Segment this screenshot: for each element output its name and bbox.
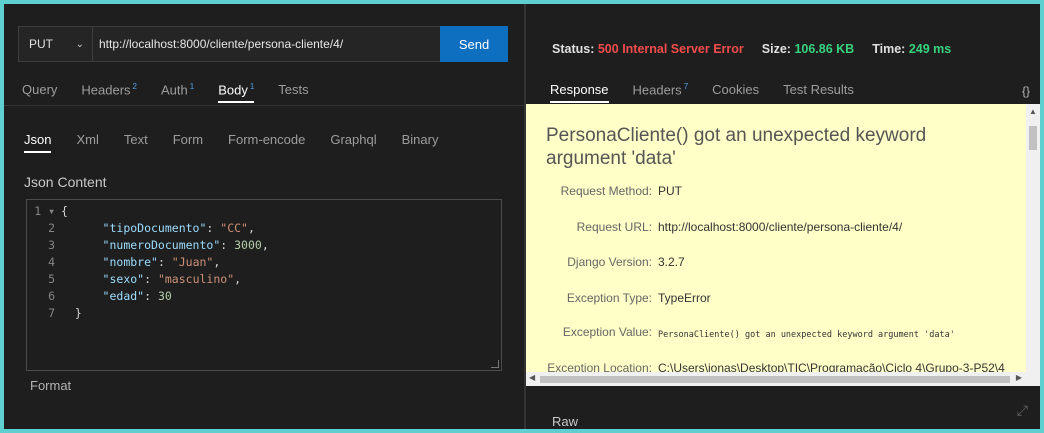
detail-row: Exception Value: PersonaCliente() got an…: [562, 325, 955, 340]
body-tab-form[interactable]: Form: [173, 132, 203, 153]
detail-row: Request URL: http://localhost:8000/clien…: [576, 220, 903, 234]
status-value: 500 Internal Server Error: [597, 42, 744, 56]
response-preview: PersonaCliente() got an unexpected keywo…: [526, 104, 1040, 386]
body-tab-graphql[interactable]: Graphql: [330, 132, 376, 153]
tab-response[interactable]: Response: [550, 82, 609, 104]
tab-test-results[interactable]: Test Results: [783, 82, 854, 103]
code-line: 3 "numeroDocumento": 3000,: [48, 237, 269, 252]
format-button[interactable]: Format: [30, 378, 71, 393]
raw-toggle[interactable]: Raw: [552, 414, 578, 429]
scroll-up-icon[interactable]: ▲: [1029, 107, 1037, 116]
method-value: PUT: [29, 37, 53, 51]
horizontal-scrollbar[interactable]: ◀ ▶: [526, 372, 1040, 386]
auth-count-badge: 1: [189, 82, 195, 91]
request-tabs: Query Headers 2 Auth 1 Body 1 Tests: [22, 82, 333, 104]
code-line: 4 "nombre": "Juan",: [48, 254, 221, 269]
code-line: 7 }: [48, 305, 82, 320]
body-tab-json[interactable]: Json: [24, 132, 52, 153]
json-editor[interactable]: 1 ▾ { 2 "tipoDocumento": "CC", 3 "numero…: [26, 199, 502, 371]
error-title: PersonaCliente() got an unexpected keywo…: [546, 125, 927, 169]
tabs-divider: [4, 105, 524, 106]
request-pane: PUT ⌄ http://localhost:8000/cliente/pers…: [4, 4, 524, 429]
scroll-left-icon[interactable]: ◀: [529, 373, 535, 382]
headers-count-badge: 2: [132, 82, 137, 91]
detail-row: Django Version: 3.2.7: [567, 255, 685, 269]
fold-icon[interactable]: ▾: [48, 204, 55, 218]
url-bar: PUT ⌄ http://localhost:8000/cliente/pers…: [18, 26, 508, 62]
body-count-badge: 1: [249, 82, 255, 91]
braces-icon[interactable]: {}: [1022, 84, 1030, 98]
scroll-right-icon[interactable]: ▶: [1016, 373, 1022, 382]
app-window: PUT ⌄ http://localhost:8000/cliente/pers…: [0, 0, 1044, 433]
method-select[interactable]: PUT ⌄: [19, 27, 93, 61]
body-tab-xml[interactable]: Xml: [76, 132, 98, 153]
tab-response-headers[interactable]: Headers 7: [633, 82, 689, 103]
detail-row: Exception Type: TypeError: [566, 291, 711, 305]
code-line: 2 "tipoDocumento": "CC",: [48, 220, 255, 235]
resize-handle-icon[interactable]: [491, 360, 499, 368]
response-pane: Status: 500 Internal Server Error Size: …: [526, 4, 1040, 429]
chevron-down-icon: ⌄: [75, 38, 84, 50]
tab-cookies[interactable]: Cookies: [712, 82, 759, 103]
scroll-thumb-horizontal[interactable]: [540, 376, 1010, 383]
body-tab-binary[interactable]: Binary: [402, 132, 439, 153]
vertical-scrollbar[interactable]: ▲: [1026, 104, 1040, 386]
tab-tests[interactable]: Tests: [278, 82, 308, 103]
time-value: 249 ms: [908, 42, 952, 56]
body-tab-text[interactable]: Text: [124, 132, 148, 153]
tab-auth[interactable]: Auth 1: [161, 82, 194, 103]
tab-headers[interactable]: Headers 2: [81, 82, 137, 103]
code-line: 5 "sexo": "masculino",: [48, 271, 242, 286]
json-content-label: Json Content: [24, 174, 107, 190]
response-headers-badge: 7: [683, 82, 689, 91]
code-line: 6 "edad": 30: [48, 288, 172, 303]
url-input[interactable]: http://localhost:8000/cliente/persona-cl…: [93, 27, 440, 61]
code-line: 1 ▾ {: [34, 203, 68, 218]
body-tab-form-encode[interactable]: Form-encode: [228, 132, 305, 153]
send-button[interactable]: Send: [440, 26, 508, 62]
detail-row: Request Method: PUT: [560, 184, 682, 198]
size-value: 106.86 KB: [794, 42, 855, 56]
tab-query[interactable]: Query: [22, 82, 57, 103]
expand-icon[interactable]: ⤢: [1017, 402, 1028, 419]
scroll-thumb[interactable]: [1029, 126, 1037, 150]
status-bar: Status: 500 Internal Server Error Size: …: [552, 42, 952, 56]
body-type-tabs: Json Xml Text Form Form-encode Graphql B…: [24, 132, 463, 153]
response-tabs: Response Headers 7 Cookies Test Results: [550, 82, 878, 104]
tab-body[interactable]: Body 1: [218, 82, 255, 104]
